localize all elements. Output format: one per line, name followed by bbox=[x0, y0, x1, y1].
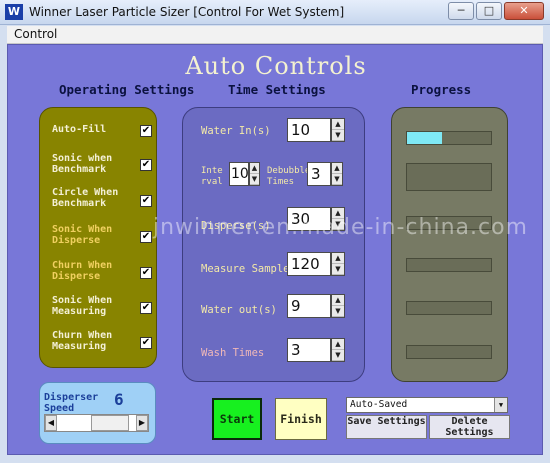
preset-select-value: Auto-Saved bbox=[350, 399, 408, 410]
app-icon: W bbox=[5, 4, 23, 20]
wash-times-spinner[interactable]: ▲ ▼ bbox=[331, 338, 345, 362]
op-sonic-disperse[interactable]: Sonic When Disperse ✔ bbox=[52, 224, 152, 254]
disperser-speed-label: Disperser Speed bbox=[44, 392, 99, 414]
up-arrow-icon[interactable]: ▲ bbox=[332, 339, 344, 350]
time-settings-panel: Water In(s) 10 ▲ ▼ Inte rval 10 ▲ ▼ Debubb… bbox=[182, 107, 365, 382]
water-in-spinner[interactable]: ▲ ▼ bbox=[331, 118, 345, 142]
op-churn-disperse[interactable]: Churn When Disperse ✔ bbox=[52, 260, 152, 290]
progress-fill bbox=[407, 132, 443, 144]
down-arrow-icon[interactable]: ▼ bbox=[332, 264, 344, 275]
auto-controls-panel: Auto Controls Operating Settings Time Se… bbox=[7, 44, 543, 455]
minimize-button[interactable]: ─ bbox=[448, 2, 474, 20]
up-arrow-icon[interactable]: ▲ bbox=[332, 119, 344, 130]
up-arrow-icon[interactable]: ▲ bbox=[250, 163, 259, 174]
menu-bar: Control bbox=[7, 26, 543, 44]
progress-header: Progress bbox=[411, 82, 472, 97]
op-churn-measuring[interactable]: Churn When Measuring ✔ bbox=[52, 330, 152, 360]
churn-disperse-checkbox[interactable]: ✔ bbox=[140, 267, 152, 279]
op-sonic-measuring[interactable]: Sonic When Measuring ✔ bbox=[52, 295, 152, 325]
wash-times-field[interactable]: 3 bbox=[287, 338, 331, 362]
scroll-right-icon[interactable]: ▶ bbox=[136, 415, 148, 431]
preset-select[interactable]: Auto-Saved ▼ bbox=[346, 397, 508, 413]
measure-sample-label: Measure Sample bbox=[201, 263, 290, 275]
title-bar: W Winner Laser Particle Sizer [Control F… bbox=[0, 0, 550, 25]
close-button[interactable]: ✕ bbox=[504, 2, 544, 20]
interval-field[interactable]: 10 bbox=[229, 162, 249, 186]
delete-settings-button[interactable]: Delete Settings bbox=[429, 415, 510, 439]
progress-panel bbox=[391, 107, 508, 382]
progress-bar-interval bbox=[406, 163, 492, 191]
circle-benchmark-checkbox[interactable]: ✔ bbox=[140, 195, 152, 207]
scroll-left-icon[interactable]: ◀ bbox=[45, 415, 57, 431]
interval-spinner[interactable]: ▲ ▼ bbox=[249, 162, 260, 186]
progress-bar-water-in bbox=[406, 131, 492, 145]
save-settings-button[interactable]: Save Settings bbox=[346, 415, 427, 439]
maximize-button[interactable]: □ bbox=[476, 2, 502, 20]
down-arrow-icon[interactable]: ▼ bbox=[250, 174, 259, 185]
sonic-measuring-checkbox[interactable]: ✔ bbox=[140, 302, 152, 314]
progress-bar-measure bbox=[406, 258, 492, 272]
water-out-spinner[interactable]: ▲ ▼ bbox=[331, 294, 345, 318]
op-label: Sonic when Benchmark bbox=[52, 153, 113, 175]
operating-settings-header: Operating Settings bbox=[59, 82, 195, 97]
disperser-speed-panel: Disperser Speed 6 ◀ ▶ bbox=[39, 382, 156, 444]
debubble-label: Debubble Times bbox=[267, 166, 311, 187]
interval-label: Inte rval bbox=[201, 166, 223, 187]
down-arrow-icon[interactable]: ▼ bbox=[332, 306, 344, 317]
water-out-label: Water out(s) bbox=[201, 304, 277, 316]
op-label: Sonic When Measuring bbox=[52, 295, 113, 317]
measure-sample-field[interactable]: 120 bbox=[287, 252, 331, 276]
churn-measuring-checkbox[interactable]: ✔ bbox=[140, 337, 152, 349]
disperser-speed-slider[interactable]: ◀ ▶ bbox=[44, 414, 149, 432]
sonic-benchmark-checkbox[interactable]: ✔ bbox=[140, 159, 152, 171]
time-settings-header: Time Settings bbox=[228, 82, 326, 97]
window-title: Winner Laser Particle Sizer [Control For… bbox=[29, 5, 345, 19]
op-circle-benchmark[interactable]: Circle When Benchmark ✔ bbox=[52, 187, 152, 217]
page-title: Auto Controls bbox=[185, 52, 367, 80]
progress-bar-water-out bbox=[406, 301, 492, 315]
debubble-field[interactable]: 3 bbox=[307, 162, 331, 186]
debubble-spinner[interactable]: ▲ ▼ bbox=[331, 162, 343, 186]
op-sonic-benchmark[interactable]: Sonic when Benchmark ✔ bbox=[52, 153, 152, 183]
up-arrow-icon[interactable]: ▲ bbox=[332, 163, 342, 174]
operating-settings-panel: Auto-Fill ✔ Sonic when Benchmark ✔ Circl… bbox=[39, 107, 157, 368]
sonic-disperse-checkbox[interactable]: ✔ bbox=[140, 231, 152, 243]
op-label: Circle When Benchmark bbox=[52, 187, 119, 209]
measure-sample-spinner[interactable]: ▲ ▼ bbox=[331, 252, 345, 276]
start-button[interactable]: Start bbox=[212, 398, 262, 440]
finish-button[interactable]: Finish bbox=[275, 398, 327, 440]
up-arrow-icon[interactable]: ▲ bbox=[332, 295, 344, 306]
op-auto-fill[interactable]: Auto-Fill ✔ bbox=[52, 124, 152, 154]
menu-control[interactable]: Control bbox=[14, 27, 57, 41]
down-arrow-icon[interactable]: ▼ bbox=[332, 350, 344, 361]
wash-times-label: Wash Times bbox=[201, 347, 265, 359]
op-label: Churn When Disperse bbox=[52, 260, 113, 282]
chevron-down-icon[interactable]: ▼ bbox=[494, 398, 507, 412]
op-label: Sonic When Disperse bbox=[52, 224, 113, 246]
water-out-field[interactable]: 9 bbox=[287, 294, 331, 318]
down-arrow-icon[interactable]: ▼ bbox=[332, 174, 342, 185]
disperser-speed-value: 6 bbox=[114, 390, 124, 409]
water-in-field[interactable]: 10 bbox=[287, 118, 331, 142]
up-arrow-icon[interactable]: ▲ bbox=[332, 253, 344, 264]
op-label: Churn When Measuring bbox=[52, 330, 113, 352]
water-in-label: Water In(s) bbox=[201, 125, 271, 137]
slider-thumb[interactable] bbox=[91, 415, 129, 431]
progress-bar-wash bbox=[406, 345, 492, 359]
op-label: Auto-Fill bbox=[52, 124, 107, 135]
watermark: jnwinner.en.made-in-china.com bbox=[153, 215, 528, 240]
auto-fill-checkbox[interactable]: ✔ bbox=[140, 125, 152, 137]
down-arrow-icon[interactable]: ▼ bbox=[332, 130, 344, 141]
